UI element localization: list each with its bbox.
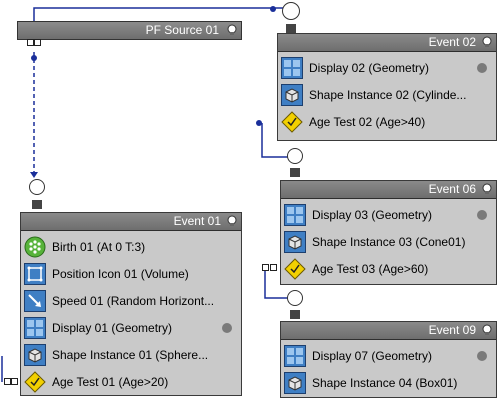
age-test-icon — [284, 257, 306, 280]
display-icon — [284, 344, 306, 367]
operator-label: Birth 01 (At 0 T:3) — [52, 239, 146, 254]
event01-operators: Birth 01 (At 0 T:3) Position Icon 01 (Vol… — [21, 231, 241, 395]
display-toggle-dot[interactable] — [477, 351, 487, 361]
operator-label: Display 01 (Geometry) — [52, 320, 173, 335]
operator-label: Position Icon 01 (Volume) — [52, 266, 189, 281]
source-wire-knob[interactable] — [31, 55, 37, 61]
shape-instance-icon — [281, 83, 303, 106]
display-toggle-dot[interactable] — [222, 323, 232, 333]
event02-wire-knob[interactable] — [270, 6, 276, 12]
source-output-port-2[interactable] — [34, 39, 41, 46]
event02-header[interactable]: Event 02 — [278, 34, 496, 52]
operator-row[interactable]: Speed 01 (Random Horizont... — [24, 287, 238, 314]
event09-header[interactable]: Event 09 — [281, 322, 496, 340]
operator-row[interactable]: Age Test 03 (Age>60) — [284, 255, 493, 282]
event01-input-stub — [32, 200, 42, 209]
operator-label: Speed 01 (Random Horizont... — [52, 293, 215, 308]
lightbulb-icon[interactable] — [481, 183, 493, 195]
event09-operators: Display 07 (Geometry) Shape Instance 04 (… — [281, 340, 496, 396]
lightbulb-icon[interactable] — [481, 36, 493, 48]
event06-test-port-2[interactable] — [270, 264, 277, 271]
display-icon — [24, 316, 46, 339]
speed-icon — [24, 289, 46, 312]
event06-operators: Display 03 (Geometry) Shape Instance 03 (… — [281, 199, 496, 282]
operator-label: Display 02 (Geometry) — [309, 60, 430, 75]
source-output-port[interactable] — [27, 39, 34, 46]
event02-input-stub — [286, 24, 296, 33]
operator-row[interactable]: Shape Instance 02 (Cylinde... — [281, 81, 493, 108]
operator-label: Shape Instance 02 (Cylinde... — [309, 87, 467, 102]
event06-input-circle[interactable] — [287, 148, 303, 164]
operator-label: Age Test 02 (Age>40) — [309, 114, 426, 129]
operator-row[interactable]: Position Icon 01 (Volume) — [24, 260, 238, 287]
operator-label: Age Test 01 (Age>20) — [52, 374, 169, 389]
shape-instance-icon — [284, 371, 306, 394]
operator-row[interactable]: Display 02 (Geometry) — [281, 54, 493, 81]
operator-label: Shape Instance 03 (Cone01) — [312, 234, 466, 249]
event02-input-circle[interactable] — [282, 2, 300, 20]
event06-input-stub — [290, 168, 300, 177]
wire-arrow-icon — [30, 172, 38, 178]
lightbulb-icon[interactable] — [226, 215, 238, 227]
event09-title: Event 09 — [428, 323, 476, 337]
event01-input-circle[interactable] — [29, 179, 45, 195]
event09-input-stub — [290, 310, 300, 319]
position-icon — [24, 262, 46, 285]
operator-label: Age Test 03 (Age>60) — [312, 261, 429, 276]
event01-node[interactable]: Event 01 Birth 01 (At 0 T:3) Position Ico… — [20, 212, 242, 396]
operator-row[interactable]: Age Test 01 (Age>20) — [24, 368, 238, 395]
operator-label: Display 07 (Geometry) — [312, 348, 433, 363]
operator-label: Display 03 (Geometry) — [312, 207, 433, 222]
event02-operators: Display 02 (Geometry) Shape Instance 02 (… — [278, 52, 496, 135]
operator-label: Shape Instance 04 (Box01) — [312, 375, 458, 390]
display-icon — [284, 203, 306, 226]
operator-label: Shape Instance 01 (Sphere... — [52, 347, 209, 362]
event09-input-circle[interactable] — [287, 290, 303, 306]
event06-node[interactable]: Event 06 Display 03 (Geometry) Shape Inst… — [280, 180, 497, 285]
event02-node[interactable]: Event 02 Display 02 (Geometry) Shape Inst… — [277, 33, 497, 141]
event06-test-port[interactable] — [262, 264, 269, 271]
event06-header[interactable]: Event 06 — [281, 181, 496, 199]
display-toggle-dot[interactable] — [477, 63, 487, 73]
lightbulb-icon[interactable] — [481, 324, 493, 336]
pf-source-node[interactable]: PF Source 01 — [17, 21, 242, 40]
age-test-icon — [24, 370, 46, 393]
event02-title: Event 02 — [428, 35, 476, 49]
birth-icon — [24, 236, 46, 258]
event01-test-port-2[interactable] — [11, 378, 18, 385]
pf-source-title: PF Source 01 — [145, 23, 219, 37]
operator-row[interactable]: Shape Instance 01 (Sphere... — [24, 341, 238, 368]
event09-node[interactable]: Event 09 Display 07 (Geometry) Shape Inst… — [280, 321, 497, 398]
display-icon — [281, 56, 303, 79]
lightbulb-icon[interactable] — [226, 24, 238, 36]
operator-row[interactable]: Shape Instance 04 (Box01) — [284, 369, 493, 396]
display-toggle-dot[interactable] — [477, 210, 487, 220]
event02-test-knob[interactable] — [256, 120, 262, 126]
event01-header[interactable]: Event 01 — [21, 213, 241, 231]
event01-title: Event 01 — [173, 214, 221, 228]
particle-view-canvas[interactable]: PF Source 01 Event 02 Display 02 (Geomet… — [0, 0, 503, 400]
age-test-icon — [281, 110, 303, 133]
operator-row[interactable]: Age Test 02 (Age>40) — [281, 108, 493, 135]
event01-test-port[interactable] — [4, 378, 11, 385]
operator-row[interactable]: Shape Instance 03 (Cone01) — [284, 228, 493, 255]
operator-row[interactable]: Display 07 (Geometry) — [284, 342, 493, 369]
event06-title: Event 06 — [428, 182, 476, 196]
shape-instance-icon — [284, 230, 306, 253]
shape-instance-icon — [24, 343, 46, 366]
operator-row[interactable]: Display 01 (Geometry) — [24, 314, 238, 341]
operator-row[interactable]: Display 03 (Geometry) — [284, 201, 493, 228]
operator-row[interactable]: Birth 01 (At 0 T:3) — [24, 233, 238, 260]
